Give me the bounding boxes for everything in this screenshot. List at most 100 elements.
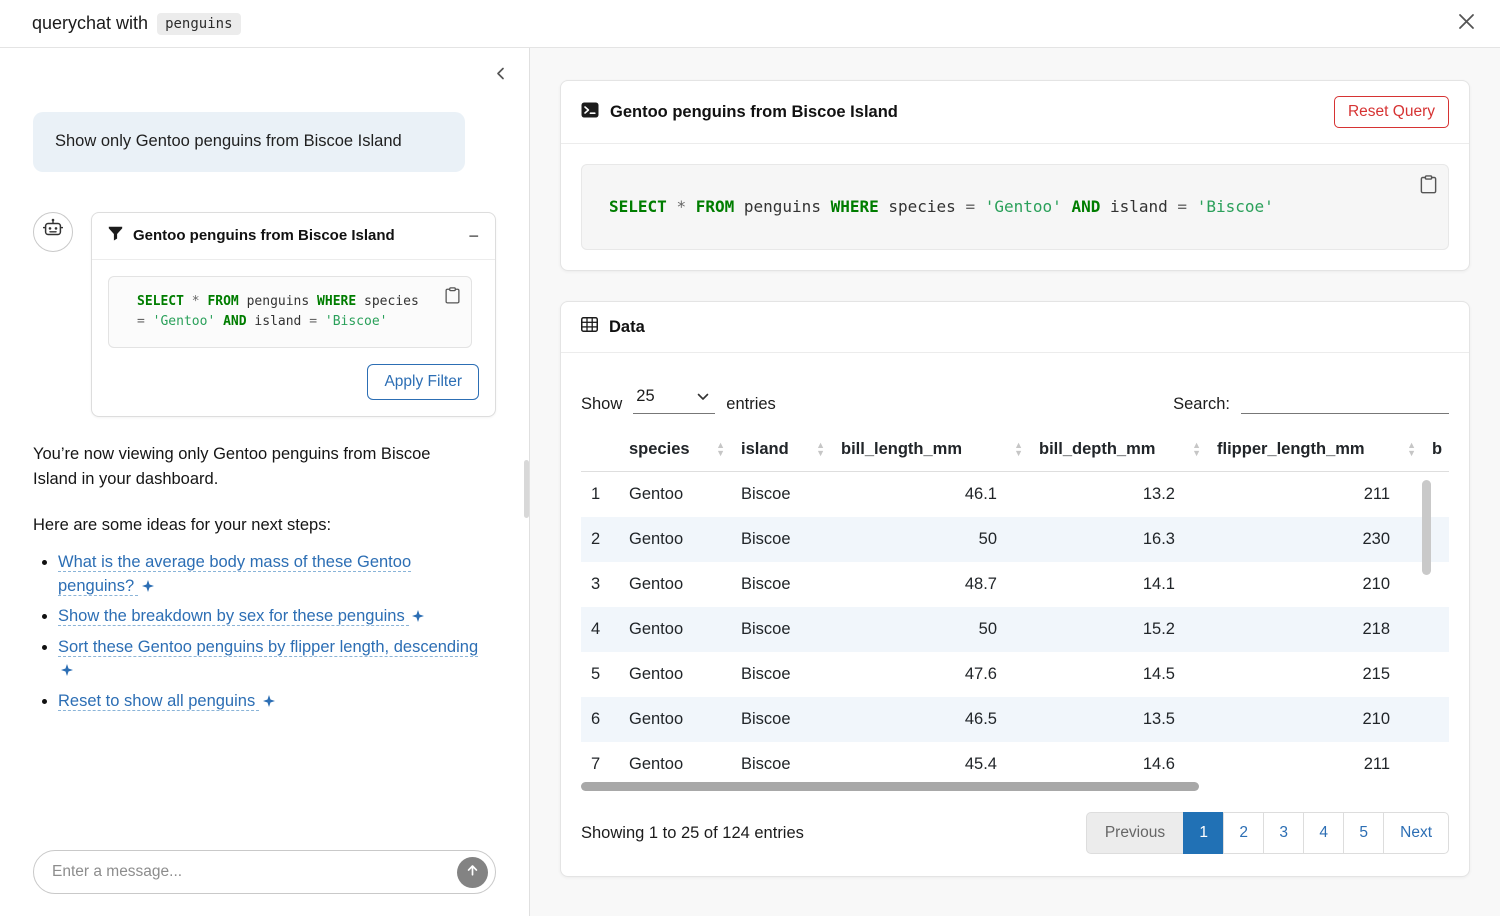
- table-header-row: species▲▼island▲▼bill_length_mm▲▼bill_de…: [581, 430, 1449, 472]
- table-cell: 15.2: [1031, 607, 1209, 652]
- search-input[interactable]: [1241, 388, 1449, 414]
- column-header-b: b: [1424, 430, 1449, 472]
- table-cell: 2: [581, 517, 621, 562]
- table-cell: Gentoo: [621, 652, 733, 697]
- table-cell: 50: [833, 607, 1031, 652]
- page-button-previous[interactable]: Previous: [1086, 812, 1184, 854]
- close-button[interactable]: [1457, 12, 1476, 36]
- table-row[interactable]: 4GentooBiscoe5015.2218: [581, 607, 1449, 652]
- chat-input-bar: [33, 850, 496, 894]
- table-cell: 46.5: [833, 697, 1031, 742]
- table-row[interactable]: 6GentooBiscoe46.513.5210: [581, 697, 1449, 742]
- query-card-header: Gentoo penguins from Biscoe Island Reset…: [561, 81, 1469, 144]
- app-title: querychat with penguins: [32, 13, 241, 35]
- table-cell: 46.1: [833, 472, 1031, 518]
- page-length-value: 25: [636, 387, 654, 406]
- message-input[interactable]: [52, 863, 457, 881]
- table-row[interactable]: 2GentooBiscoe5016.3230: [581, 517, 1449, 562]
- sidebar-collapse-button[interactable]: [494, 66, 507, 86]
- query-card-body: SELECT * FROM penguins WHERE species = '…: [561, 144, 1469, 270]
- sql-code: SELECT * FROM penguins WHERE species = '…: [137, 294, 419, 329]
- terminal-icon: [581, 102, 599, 123]
- sort-icon: ▲▼: [816, 442, 825, 457]
- table-cell: Biscoe: [733, 697, 833, 742]
- table-cell: Gentoo: [621, 562, 733, 607]
- page-button-4[interactable]: 4: [1303, 812, 1344, 854]
- data-card-title: Data: [609, 318, 645, 337]
- pagination: Previous12345Next: [1086, 812, 1449, 854]
- table-cell: 7: [581, 742, 621, 787]
- data-card: Data Show 25 entries: [560, 301, 1470, 877]
- table-cell: Biscoe: [733, 652, 833, 697]
- filter-card-title: Gentoo penguins from Biscoe Island: [133, 227, 395, 244]
- table-cell: 13.2: [1031, 472, 1209, 518]
- table-cell: 14.1: [1031, 562, 1209, 607]
- table-cell: 5: [581, 652, 621, 697]
- page-button-2[interactable]: 2: [1223, 812, 1264, 854]
- suggestion-link[interactable]: What is the average body mass of these G…: [58, 553, 411, 594]
- table-row[interactable]: 7GentooBiscoe45.414.6211: [581, 742, 1449, 787]
- table-cell: [1424, 742, 1449, 787]
- table-cell: 16.3: [1031, 517, 1209, 562]
- table-cell: [1424, 697, 1449, 742]
- filter-card: Gentoo penguins from Biscoe Island − SEL…: [91, 212, 496, 417]
- column-header-bill_length_mm[interactable]: bill_length_mm▲▼: [833, 430, 1031, 472]
- table-cell: [1424, 652, 1449, 697]
- reset-query-button[interactable]: Reset Query: [1334, 96, 1449, 128]
- column-header-index: [581, 430, 621, 472]
- apply-filter-button[interactable]: Apply Filter: [367, 364, 479, 400]
- filter-funnel-icon: [108, 226, 123, 246]
- suggestion-link[interactable]: Reset to show all penguins: [58, 692, 275, 710]
- page-button-1[interactable]: 1: [1183, 812, 1224, 854]
- table-body: 1GentooBiscoe46.113.22112GentooBiscoe501…: [581, 472, 1449, 788]
- show-label: Show: [581, 395, 622, 414]
- table-cell: Biscoe: [733, 742, 833, 787]
- panel-resize-handle[interactable]: [524, 460, 529, 518]
- suggestion-item: Reset to show all penguins: [58, 690, 481, 713]
- page-length-select[interactable]: 25: [633, 385, 715, 414]
- suggestion-link[interactable]: Sort these Gentoo penguins by flipper le…: [58, 638, 478, 679]
- sort-icon: ▲▼: [1407, 442, 1416, 457]
- suggestion-list: What is the average body mass of these G…: [33, 551, 481, 713]
- clipboard-icon: [445, 293, 460, 308]
- table-controls: Show 25 entries Search:: [581, 385, 1449, 414]
- data-card-header: Data: [561, 302, 1469, 353]
- vertical-scrollbar[interactable]: [1422, 480, 1431, 575]
- sparkle-icon: [412, 610, 424, 622]
- chevron-down-icon: [697, 387, 709, 406]
- table-info: Showing 1 to 25 of 124 entries: [581, 824, 804, 843]
- table-cell: 14.6: [1031, 742, 1209, 787]
- page-button-5[interactable]: 5: [1343, 812, 1384, 854]
- column-header-bill_depth_mm[interactable]: bill_depth_mm▲▼: [1031, 430, 1209, 472]
- table-cell: 45.4: [833, 742, 1031, 787]
- robot-icon: [42, 218, 64, 245]
- table-cell: 47.6: [833, 652, 1031, 697]
- table-cell: 48.7: [833, 562, 1031, 607]
- query-card-title: Gentoo penguins from Biscoe Island: [610, 103, 898, 122]
- search-label: Search:: [1173, 395, 1230, 414]
- column-header-island[interactable]: island▲▼: [733, 430, 833, 472]
- collapse-filter-card-button[interactable]: −: [468, 227, 479, 245]
- copy-button[interactable]: [445, 287, 460, 311]
- suggestion-link[interactable]: Show the breakdown by sex for these peng…: [58, 607, 424, 625]
- table-cell: 50: [833, 517, 1031, 562]
- data-table-viewport: species▲▼island▲▼bill_length_mm▲▼bill_de…: [581, 430, 1449, 796]
- table-cell: Biscoe: [733, 517, 833, 562]
- column-header-species[interactable]: species▲▼: [621, 430, 733, 472]
- table-row[interactable]: 5GentooBiscoe47.614.5215: [581, 652, 1449, 697]
- table-row[interactable]: 3GentooBiscoe48.714.1210: [581, 562, 1449, 607]
- chat-sidebar: Show only Gentoo penguins from Biscoe Is…: [0, 48, 530, 916]
- table-cell: 13.5: [1031, 697, 1209, 742]
- suggestion-item: Sort these Gentoo penguins by flipper le…: [58, 636, 481, 683]
- table-cell: 14.5: [1031, 652, 1209, 697]
- table-cell: Biscoe: [733, 607, 833, 652]
- horizontal-scrollbar[interactable]: [581, 782, 1199, 791]
- sparkle-icon: [142, 580, 154, 592]
- send-button[interactable]: [457, 857, 488, 888]
- page-button-next[interactable]: Next: [1383, 812, 1449, 854]
- copy-button[interactable]: [1420, 175, 1437, 200]
- table-cell: Gentoo: [621, 517, 733, 562]
- column-header-flipper_length_mm[interactable]: flipper_length_mm▲▼: [1209, 430, 1424, 472]
- table-row[interactable]: 1GentooBiscoe46.113.2211: [581, 472, 1449, 518]
- page-button-3[interactable]: 3: [1263, 812, 1304, 854]
